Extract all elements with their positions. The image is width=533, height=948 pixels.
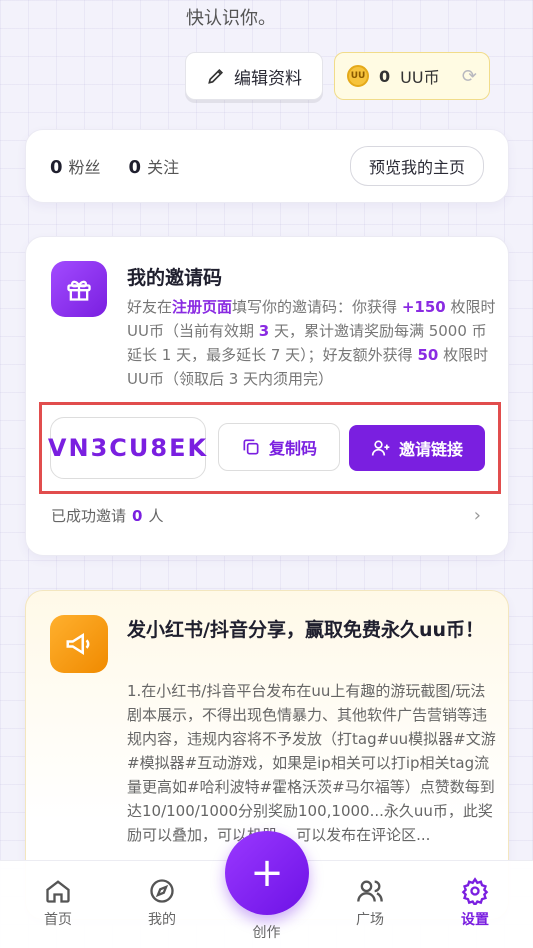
coin-count: 0 — [379, 66, 391, 86]
edit-profile-button[interactable]: 编辑资料 — [185, 52, 323, 100]
invited-count: 0 — [132, 506, 143, 525]
following-count: 0 — [128, 157, 142, 178]
refresh-icon[interactable]: ⟳ — [462, 66, 477, 87]
coin-unit: UU币 — [400, 68, 440, 87]
pencil-icon — [208, 68, 224, 84]
copy-code-button[interactable]: 复制码 — [218, 423, 340, 471]
invited-count-row[interactable]: 已成功邀请 0 人 › — [51, 505, 481, 526]
compass-icon — [150, 879, 174, 903]
following-label: 关注 — [147, 158, 180, 177]
preview-homepage-button[interactable]: 预览我的主页 — [349, 146, 484, 186]
share-title: 发小红书/抖音分享，赢取免费永久uu币！ — [127, 619, 484, 641]
following-stat[interactable]: 0 关注 — [129, 154, 180, 178]
copy-icon — [243, 439, 259, 455]
invite-link-label: 邀请链接 — [398, 440, 463, 459]
register-page-link[interactable]: 注册页面 — [172, 298, 232, 316]
fans-stat[interactable]: 0 粉丝 — [50, 154, 101, 178]
create-button[interactable]: + — [225, 831, 309, 915]
invite-link-button[interactable]: 邀请链接 — [349, 425, 485, 471]
invite-description: 好友在注册页面填写你的邀请码：你获得 +150 枚限时 UU币（当前有效期 3 … — [127, 298, 496, 388]
home-icon — [46, 880, 70, 903]
plus-icon: + — [250, 850, 284, 896]
copy-code-label: 复制码 — [268, 439, 317, 458]
fans-label: 粉丝 — [68, 158, 101, 177]
intro-text: 快认识你。 — [186, 8, 276, 29]
invited-suffix: 人 — [148, 507, 164, 525]
add-user-icon — [371, 440, 390, 456]
follow-stats-card: 0 粉丝 0 关注 预览我的主页 — [25, 129, 509, 203]
invite-code-card: 我的邀请码 好友在注册页面填写你的邀请码：你获得 +150 枚限时 UU币（当前… — [25, 236, 509, 556]
chevron-right-icon: › — [473, 505, 481, 526]
gift-icon — [51, 261, 107, 317]
megaphone-icon — [50, 615, 108, 673]
invite-code[interactable]: VN3CU8EK — [48, 417, 206, 479]
nav-create-label: 创作 — [252, 925, 281, 941]
share-body: 1.在小红书/抖音平台发布在uu上有趣的游玩截图/玩法剧本展示，不得出现色情暴力… — [127, 682, 496, 844]
users-icon — [357, 880, 383, 902]
gear-icon — [461, 877, 489, 905]
fans-count: 0 — [50, 157, 63, 178]
uu-coin-icon: UU — [347, 65, 369, 87]
uu-coin-balance[interactable]: UU 0 UU币 ⟳ — [334, 52, 490, 100]
edit-profile-label: 编辑资料 — [234, 68, 302, 89]
invited-prefix: 已成功邀请 — [51, 507, 127, 525]
invite-title: 我的邀请码 — [127, 267, 223, 289]
